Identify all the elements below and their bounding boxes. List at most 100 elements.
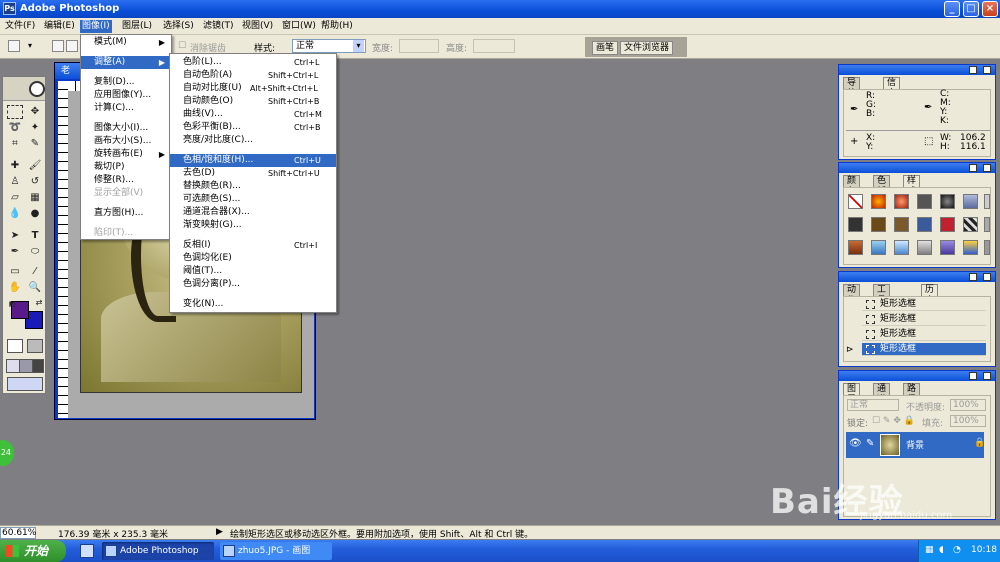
menu-view[interactable]: 视图(V) (240, 20, 275, 33)
menu-select[interactable]: 选择(S) (161, 20, 196, 33)
chevron-down-icon[interactable]: ▾ (28, 41, 32, 50)
menu-image[interactable]: 图像(I) (80, 20, 112, 33)
menu-item-apply-image[interactable]: 应用图像(Y)... (81, 89, 171, 102)
style-swatch[interactable] (940, 217, 955, 232)
menu-window[interactable]: 窗口(W) (280, 20, 318, 33)
healing-brush-icon[interactable]: ✚ (7, 159, 23, 173)
crop-tool-icon[interactable]: ⌗ (7, 137, 23, 151)
style-swatch[interactable] (984, 217, 990, 232)
style-swatch[interactable] (848, 240, 863, 255)
menu-item-curves[interactable]: 曲线(V)... Ctrl+M (170, 108, 336, 121)
document-size[interactable]: 176.39 毫米 x 235.3 毫米 (58, 527, 168, 540)
style-none[interactable] (848, 194, 863, 209)
maximize-button[interactable]: □ (963, 1, 979, 17)
blend-mode-select[interactable]: 正常 (847, 399, 899, 411)
menu-item-selective-color[interactable]: 可选颜色(S)... (170, 193, 336, 206)
panel-close-icon[interactable] (983, 164, 991, 172)
history-row[interactable]: 矩形选框 (862, 328, 986, 341)
menu-item-threshold[interactable]: 阈值(T)... (170, 265, 336, 278)
style-swatch[interactable] (894, 240, 909, 255)
volume-icon[interactable]: ◖ (939, 545, 944, 555)
style-swatch[interactable] (848, 217, 863, 232)
style-swatch[interactable] (940, 194, 955, 209)
menu-item-channel-mixer[interactable]: 通道混合器(X)... (170, 206, 336, 219)
menu-item-desaturate[interactable]: 去色(D) Shift+Ctrl+U (170, 167, 336, 180)
style-swatch[interactable] (871, 194, 886, 209)
menu-item-crop[interactable]: 裁切(P) (81, 161, 171, 174)
menu-item-brightness-contrast[interactable]: 亮度/对比度(C)... (170, 134, 336, 147)
quickmask-mode-icon[interactable] (27, 339, 43, 353)
menu-item-levels[interactable]: 色阶(L)... Ctrl+L (170, 56, 336, 69)
panel-minimize-icon[interactable] (969, 164, 977, 172)
panel-close-icon[interactable] (983, 273, 991, 281)
menu-item-gradient-map[interactable]: 渐变映射(G)... (170, 219, 336, 232)
marquee-preset-icon[interactable] (8, 40, 20, 52)
menu-item-trim[interactable]: 修整(R)... (81, 174, 171, 187)
tab-color[interactable]: 颜色 (843, 175, 861, 197)
antialias-checkbox[interactable]: ☐ (178, 41, 186, 51)
panel-titlebar[interactable] (839, 272, 995, 282)
chevron-down-icon[interactable]: ▾ (353, 40, 364, 52)
dodge-tool-icon[interactable]: ● (27, 207, 43, 221)
panel-minimize-icon[interactable] (969, 372, 977, 380)
notes-tool-icon[interactable]: ▭ (7, 265, 23, 279)
close-button[interactable]: × (982, 1, 998, 17)
style-swatch[interactable] (984, 194, 990, 209)
style-swatch[interactable] (871, 217, 886, 232)
green-badge[interactable]: 24 (0, 440, 14, 466)
tab-channels[interactable]: 通道 (873, 383, 891, 405)
panel-minimize-icon[interactable] (969, 273, 977, 281)
style-swatch[interactable] (917, 240, 932, 255)
menu-item-auto-levels[interactable]: 自动色阶(A) Shift+Ctrl+L (170, 69, 336, 82)
menu-layer[interactable]: 图层(L) (120, 20, 154, 33)
panel-close-icon[interactable] (983, 66, 991, 74)
style-swatch[interactable] (984, 240, 990, 255)
lasso-tool-icon[interactable]: ➰ (7, 121, 23, 135)
new-selection-icon[interactable] (52, 40, 64, 52)
minimize-button[interactable]: _ (944, 1, 960, 17)
panel-titlebar[interactable] (839, 371, 995, 381)
menu-item-calculations[interactable]: 计算(C)... (81, 102, 171, 115)
zoom-tool-icon[interactable]: 🔍 (27, 281, 43, 295)
tab-navigator[interactable]: 导航器 (843, 77, 861, 110)
panel-minimize-icon[interactable] (969, 66, 977, 74)
menu-item-variations[interactable]: 变化(N)... (170, 298, 336, 311)
standard-mode-icon[interactable] (7, 339, 23, 353)
quick-launch-icon[interactable] (80, 544, 94, 558)
network-icon[interactable]: ▦ (925, 545, 934, 555)
clone-stamp-icon[interactable]: ♙ (7, 175, 23, 189)
jump-to-imageready-icon[interactable] (7, 377, 43, 391)
fill-field[interactable]: 100% (950, 415, 986, 427)
play-arrow-icon[interactable]: ▶ (216, 527, 223, 537)
style-swatch[interactable] (963, 194, 978, 209)
width-field[interactable] (399, 39, 439, 53)
ime-icon[interactable]: ◔ (953, 545, 961, 555)
default-colors-icon[interactable]: ◩ (4, 297, 20, 311)
style-swatch[interactable] (917, 217, 932, 232)
menu-item-equalize[interactable]: 色调均化(E) (170, 252, 336, 265)
lock-icons[interactable]: ☐ ✎ ✥ 🔒 (872, 416, 915, 426)
menu-item-duplicate[interactable]: 复制(D)... (81, 76, 171, 89)
type-tool-icon[interactable]: T (27, 229, 43, 243)
screen-mode-full-icon[interactable] (32, 359, 44, 373)
shape-tool-icon[interactable]: ⬭ (27, 245, 43, 259)
style-swatch[interactable] (963, 217, 978, 232)
tab-history[interactable]: 历史记录 (921, 284, 939, 328)
history-row[interactable]: 矩形选框 (862, 298, 986, 311)
zoom-field[interactable]: 60.61% (0, 527, 36, 539)
tab-info[interactable]: 信息 (883, 77, 901, 99)
height-field[interactable] (473, 39, 515, 53)
clock[interactable]: 10:18 (971, 545, 997, 555)
brush-link-icon[interactable]: ✎ (866, 438, 874, 449)
start-button[interactable]: 开始 (0, 540, 66, 562)
menu-item-rotate-canvas[interactable]: 旋转画布(E) ▶ (81, 148, 171, 161)
marquee-tool-icon[interactable] (7, 105, 23, 119)
history-row-selected[interactable]: 矩形选框 (862, 343, 986, 356)
style-swatch[interactable] (917, 194, 932, 209)
pen-tool-icon[interactable]: ✒ (7, 245, 23, 259)
move-tool-icon[interactable]: ✥ (27, 105, 43, 119)
swap-colors-icon[interactable]: ⇄ (31, 296, 47, 310)
menu-item-replace-color[interactable]: 替换颜色(R)... (170, 180, 336, 193)
menu-item-invert[interactable]: 反相(I) Ctrl+I (170, 239, 336, 252)
history-row[interactable]: 矩形选框 (862, 313, 986, 326)
